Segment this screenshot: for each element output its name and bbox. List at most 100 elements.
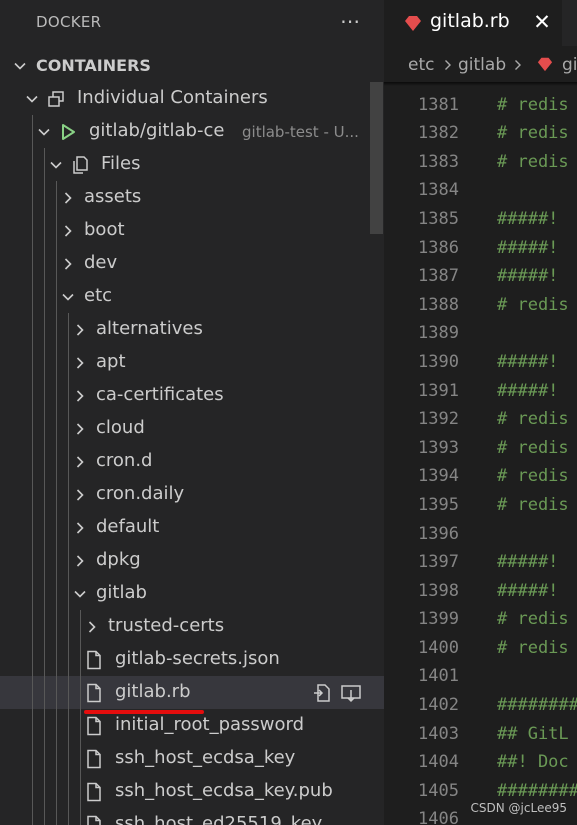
chevron-right-icon[interactable] xyxy=(84,619,100,635)
line-text: ## GitL xyxy=(497,723,569,744)
indent-guide xyxy=(32,445,33,478)
open-file-icon[interactable] xyxy=(312,682,334,704)
line-number: 1385 xyxy=(418,208,459,229)
indent-guide xyxy=(56,478,57,511)
editor-scrollbar[interactable] xyxy=(564,82,577,825)
chevron-right-icon[interactable] xyxy=(72,520,88,536)
chevron-right-icon[interactable] xyxy=(72,322,88,338)
indent-guide xyxy=(68,808,69,825)
indent-guide xyxy=(44,379,45,412)
tree-item-default[interactable]: default xyxy=(0,511,384,544)
chevron-right-icon[interactable] xyxy=(60,190,76,206)
chevron-right-icon[interactable] xyxy=(72,454,88,470)
docker-sidebar: DOCKER ⋯ CONTAINERS Individual Container… xyxy=(0,0,384,825)
line-text: # redis xyxy=(497,294,569,315)
file-icon xyxy=(84,749,104,769)
tree-item-description: gitlab-test - U... xyxy=(242,123,359,141)
tree-item-gitlab-secrets[interactable]: gitlab-secrets.json xyxy=(0,643,384,676)
tree-item-cloud[interactable]: cloud xyxy=(0,412,384,445)
indent-guide xyxy=(68,346,69,379)
tree-item-trusted-certs[interactable]: trusted-certs xyxy=(0,610,384,643)
chevron-down-icon[interactable] xyxy=(24,91,40,107)
tab-gitlab-rb[interactable]: gitlab.rb ✕ xyxy=(384,0,562,46)
indent-guide xyxy=(56,280,57,313)
code-line: 1404 ##! Doc xyxy=(384,749,577,778)
tree-item-ssh-host-ecdsa-key-pub[interactable]: ssh_host_ecdsa_key.pub xyxy=(0,775,384,808)
chevron-right-icon[interactable] xyxy=(72,487,88,503)
watermark: CSDN @jcLee95 xyxy=(470,801,567,815)
tree-item-label: initial_root_password xyxy=(115,714,305,735)
breadcrumb-item-gitlab[interactable]: gitlab xyxy=(458,55,506,75)
tree-item-gitlab[interactable]: gitlab xyxy=(0,577,384,610)
download-file-icon[interactable] xyxy=(340,682,362,704)
indent-guide xyxy=(44,676,45,709)
line-text: # redis xyxy=(497,637,569,658)
tree-item-alternatives[interactable]: alternatives xyxy=(0,313,384,346)
indent-guide xyxy=(32,379,33,412)
chevron-right-icon[interactable] xyxy=(72,355,88,371)
line-number: 1394 xyxy=(418,466,459,487)
line-number: 1404 xyxy=(418,752,459,773)
breadcrumb-item-etc[interactable]: etc xyxy=(408,55,434,75)
line-text: #####! xyxy=(497,237,559,258)
code-area[interactable]: 1380####! I1381# redis1382# redis1383# r… xyxy=(384,82,577,825)
indent-guide xyxy=(68,412,69,445)
tree-item-gitlab-container[interactable]: gitlab/gitlab-ce gitlab-test - U... xyxy=(0,115,384,148)
tree-item-label: gitlab.rb xyxy=(115,681,191,702)
tree-item-boot[interactable]: boot xyxy=(0,214,384,247)
code-lines: 1380####! I1381# redis1382# redis1383# r… xyxy=(384,82,577,825)
tree-item-ssh-host-ecdsa-key[interactable]: ssh_host_ecdsa_key xyxy=(0,742,384,775)
running-triangle-icon xyxy=(58,122,78,142)
ruby-icon xyxy=(537,56,553,72)
tree-item-cron-d[interactable]: cron.d xyxy=(0,445,384,478)
indent-guide xyxy=(56,775,57,808)
tree-item-dev[interactable]: dev xyxy=(0,247,384,280)
code-line: 1400 # redis xyxy=(384,635,577,664)
breadcrumb-item-file[interactable]: gi xyxy=(562,55,577,75)
tree-item-dpkg[interactable]: dpkg xyxy=(0,544,384,577)
chevron-right-icon[interactable] xyxy=(72,553,88,569)
tree-item-label: Individual Containers xyxy=(77,87,268,108)
code-line: 1392 # redis xyxy=(384,406,577,435)
chevron-right-icon[interactable] xyxy=(72,421,88,437)
indent-guide xyxy=(80,808,81,825)
tree-item-label: trusted-certs xyxy=(108,615,225,636)
ellipsis-icon[interactable]: ⋯ xyxy=(337,8,363,34)
close-icon[interactable]: ✕ xyxy=(531,10,553,34)
code-line: 1398 #####! xyxy=(384,578,577,607)
tab-bar: gitlab.rb ✕ xyxy=(384,0,577,46)
indent-guide xyxy=(80,643,81,676)
tree-item-etc[interactable]: etc xyxy=(0,280,384,313)
line-text: #####! xyxy=(497,208,559,229)
indent-guide xyxy=(44,412,45,445)
line-number: 1390 xyxy=(418,351,459,372)
chevron-down-icon[interactable] xyxy=(60,289,76,305)
code-line: 1385 #####! xyxy=(384,206,577,235)
chevron-right-icon[interactable] xyxy=(60,223,76,239)
line-number: 1383 xyxy=(418,151,459,172)
line-text: #####! xyxy=(497,266,559,287)
indent-guide xyxy=(68,577,69,610)
row-actions xyxy=(306,682,362,704)
tree-item-ca-certificates[interactable]: ca-certificates xyxy=(0,379,384,412)
tree-item-cron-daily[interactable]: cron.daily xyxy=(0,478,384,511)
indent-guide xyxy=(32,280,33,313)
tree-item-ssh-host-ed25519-key[interactable]: ssh_host_ed25519_key xyxy=(0,808,384,825)
chevron-down-icon[interactable] xyxy=(48,157,64,173)
code-line: 1391 #####! xyxy=(384,378,577,407)
tree-item-individual-containers[interactable]: Individual Containers xyxy=(0,82,384,115)
tree-item-files[interactable]: Files xyxy=(0,148,384,181)
chevron-down-icon[interactable] xyxy=(36,124,52,140)
tree-item-assets[interactable]: assets xyxy=(0,181,384,214)
tree-item-apt[interactable]: apt xyxy=(0,346,384,379)
chevron-right-icon[interactable] xyxy=(72,388,88,404)
tree-item-gitlab-rb[interactable]: gitlab.rb xyxy=(0,676,384,709)
chevron-right-icon[interactable] xyxy=(60,256,76,272)
tree-item-label: ssh_host_ecdsa_key.pub xyxy=(115,780,333,801)
code-line: 1387 #####! xyxy=(384,263,577,292)
containers-section-header[interactable]: CONTAINERS xyxy=(0,50,384,82)
sidebar-scrollbar[interactable] xyxy=(370,82,383,234)
line-number: 1405 xyxy=(418,780,459,801)
tree-item-label: Files xyxy=(101,153,141,174)
chevron-down-icon[interactable] xyxy=(72,586,88,602)
